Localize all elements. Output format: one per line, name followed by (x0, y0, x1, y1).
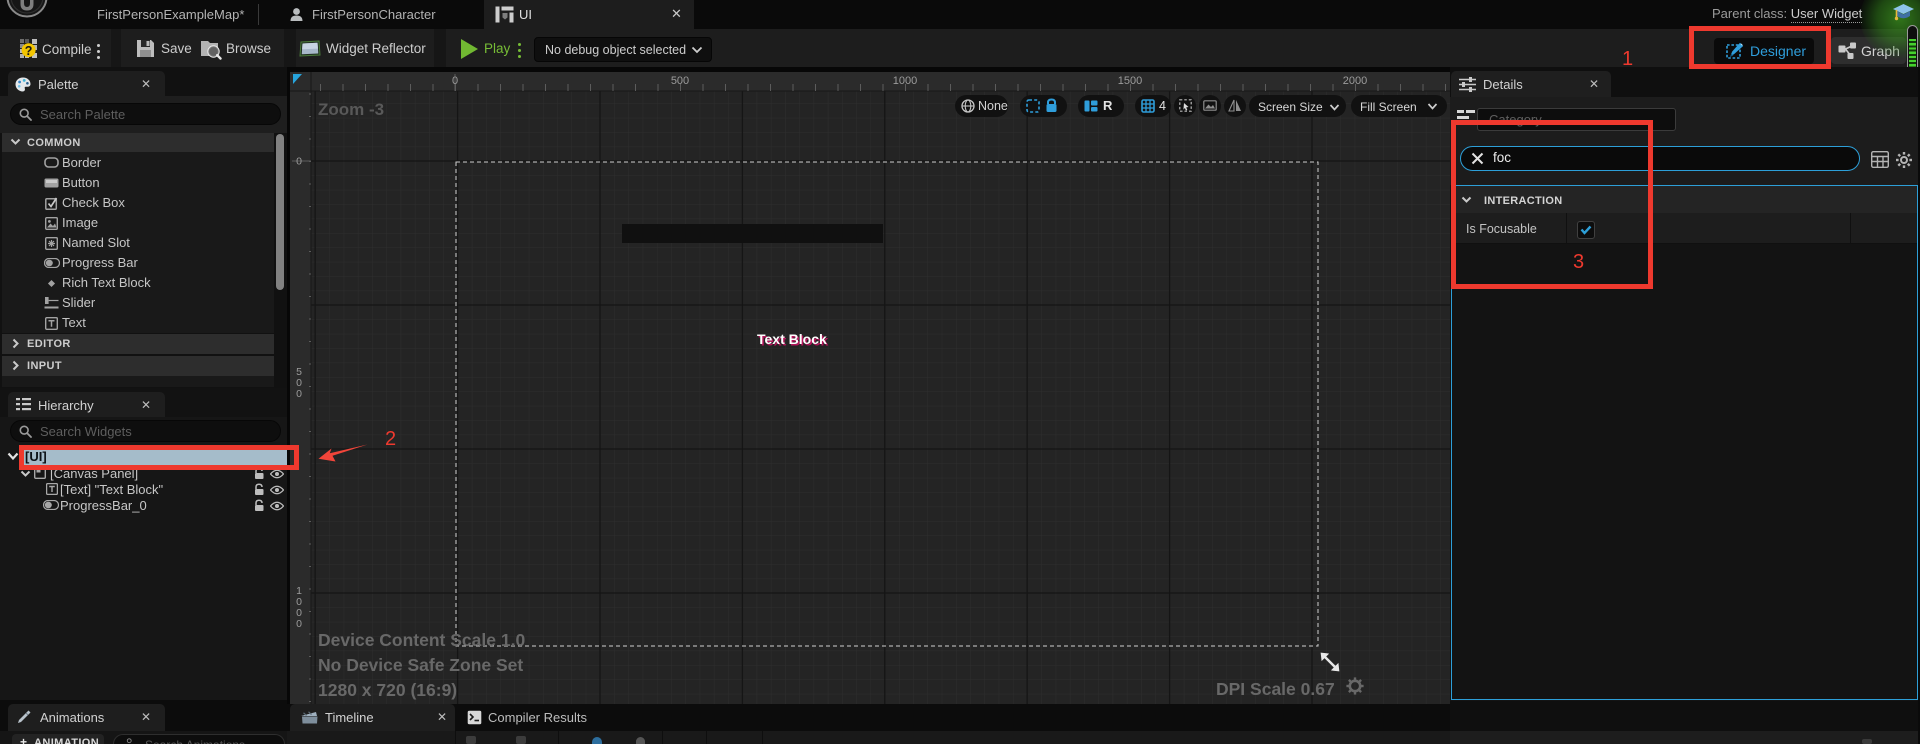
svg-text:1500: 1500 (1118, 75, 1142, 87)
svg-text:Device Content Scale 1.0: Device Content Scale 1.0 (318, 630, 525, 650)
svg-text:No Device Safe Zone Set: No Device Safe Zone Set (318, 655, 523, 675)
svg-text:Text Block: Text Block (757, 331, 827, 347)
svg-text:0: 0 (296, 618, 302, 630)
svg-text:500: 500 (671, 75, 689, 87)
svg-text:1000: 1000 (893, 75, 917, 87)
svg-text:0: 0 (452, 75, 458, 87)
svg-text:DPI Scale 0.67: DPI Scale 0.67 (1216, 679, 1335, 699)
svg-text:2000: 2000 (1343, 75, 1367, 87)
svg-text:?: ? (25, 44, 33, 58)
svg-text:0: 0 (296, 388, 302, 400)
svg-text:Zoom -3: Zoom -3 (318, 100, 384, 119)
svg-text:1280 x 720 (16:9): 1280 x 720 (16:9) (318, 680, 457, 700)
svg-text:0: 0 (296, 156, 302, 168)
